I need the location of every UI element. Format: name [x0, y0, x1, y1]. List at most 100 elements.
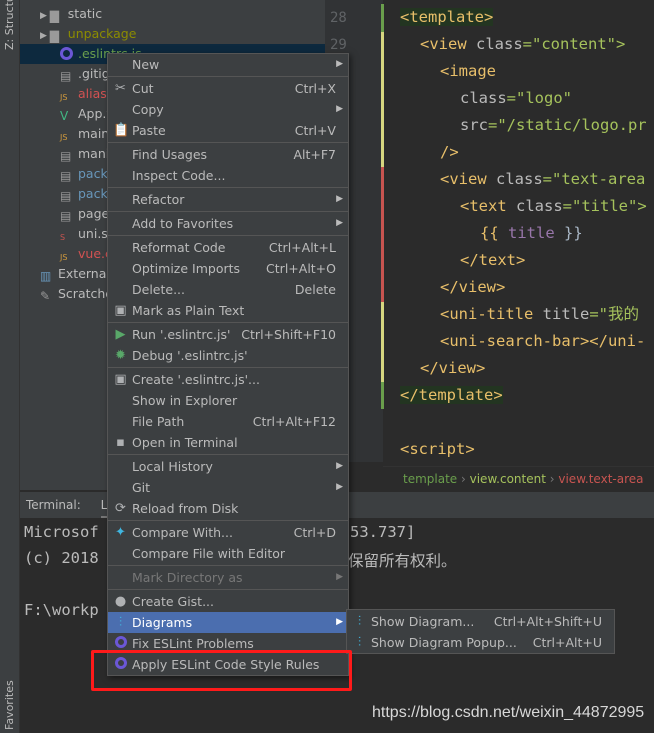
- code-editor[interactable]: <template> <view class="content"> <image cl…: [383, 0, 654, 462]
- code-token: <text: [460, 197, 516, 215]
- menu-item-show-in-explorer[interactable]: Show in Explorer: [108, 390, 348, 411]
- code-line: </text>: [460, 247, 525, 274]
- menu-item-git[interactable]: Git ▶: [108, 477, 348, 498]
- submenu-arrow-icon: ▶: [336, 59, 343, 69]
- code-token: </view>: [440, 278, 506, 296]
- menu-item-label: Run '.eslintrc.js': [132, 327, 231, 342]
- menu-item-mark-as-plain-text[interactable]: ▣ Mark as Plain Text: [108, 300, 348, 321]
- menu-item-paste[interactable]: 📋 Paste Ctrl+V: [108, 120, 348, 141]
- menu-item-label: Create '.eslintrc.js'...: [132, 372, 260, 387]
- tree-item-label: alias.: [78, 86, 111, 101]
- line-number: 28: [330, 10, 347, 26]
- menu-item-find-usages[interactable]: Find Usages Alt+F7: [108, 144, 348, 165]
- code-line: class="logo": [460, 85, 572, 112]
- code-token: }}: [554, 224, 583, 242]
- watermark: https://blog.csdn.net/weixin_44872995: [372, 704, 645, 721]
- menu-item-shortcut: Ctrl+Alt+F12: [252, 414, 336, 429]
- code-token: <view: [440, 170, 496, 188]
- menu-item-compare-with[interactable]: ✦ Compare With... Ctrl+D: [108, 522, 348, 543]
- favorites-tab[interactable]: Favorites: [3, 680, 16, 730]
- menu-item-shortcut: Ctrl+Alt+L: [268, 240, 336, 255]
- code-line: <uni-search-bar></uni-: [440, 328, 645, 355]
- menu-item-label: Git: [132, 480, 151, 495]
- menu-item-create-eslintrc-js[interactable]: ▣ Create '.eslintrc.js'...: [108, 369, 348, 390]
- tree-item[interactable]: ▶ ▇ static: [20, 4, 325, 24]
- menu-item-compare-file-with-editor[interactable]: Compare File with Editor: [108, 543, 348, 564]
- menu-item-open-in-terminal[interactable]: ▪ Open in Terminal: [108, 432, 348, 453]
- json-icon: ▤: [60, 169, 72, 183]
- menu-item-diagrams[interactable]: ⫶ Diagrams ▶: [108, 612, 348, 633]
- terminal-line: (c) 2018: [24, 549, 99, 567]
- diagram-icon: ⫶: [118, 615, 123, 630]
- submenu-arrow-icon: ▶: [336, 104, 343, 114]
- menu-item-shortcut: Alt+F7: [293, 147, 336, 162]
- menu-item-optimize-imports[interactable]: Optimize Imports Ctrl+Alt+O: [108, 258, 348, 279]
- menu-item-label: Paste: [132, 123, 166, 138]
- menu-item-delete[interactable]: Delete... Delete: [108, 279, 348, 300]
- code-token: title: [508, 224, 555, 242]
- menu-separator: [108, 589, 348, 590]
- menu-item-label: Optimize Imports: [132, 261, 241, 276]
- compare-icon: ✦: [115, 525, 126, 540]
- terminal-line: 保留所有权利。: [348, 552, 457, 570]
- code-token: </template>: [400, 386, 503, 404]
- js-icon: JS: [60, 133, 68, 142]
- menu-item-shortcut: Ctrl+Shift+F10: [241, 327, 336, 342]
- menu-item-shortcut: Ctrl+X: [294, 81, 336, 96]
- expand-arrow-icon[interactable]: ▶: [40, 11, 50, 21]
- diagram-icon: ⫶: [357, 635, 362, 650]
- menu-item-new[interactable]: New ▶: [108, 54, 348, 75]
- menu-item-reformat-code[interactable]: Reformat Code Ctrl+Alt+L: [108, 237, 348, 258]
- menu-item-label: Show Diagram Popup...: [371, 635, 517, 650]
- sass-icon: S: [60, 233, 66, 242]
- menu-separator: [108, 367, 348, 368]
- eslint-icon: [60, 46, 74, 60]
- menu-item-label: Mark as Plain Text: [132, 303, 245, 318]
- menu-item-show-diagram-popup[interactable]: ⫶ Show Diagram Popup... Ctrl+Alt+U: [347, 632, 614, 653]
- menu-item-label: Show Diagram...: [371, 614, 475, 629]
- menu-item-local-history[interactable]: Local History ▶: [108, 456, 348, 477]
- menu-item-label: Delete...: [132, 282, 185, 297]
- menu-item-label: New: [132, 57, 160, 72]
- annotation-highlight-box: [91, 650, 352, 691]
- menu-item-add-to-favorites[interactable]: Add to Favorites ▶: [108, 213, 348, 234]
- structure-tab[interactable]: Z: Structure: [3, 0, 16, 50]
- menu-item-shortcut: Ctrl+Alt+O: [266, 261, 336, 276]
- menu-item-create-gist[interactable]: ● Create Gist...: [108, 591, 348, 612]
- menu-item-show-diagram[interactable]: ⫶ Show Diagram... Ctrl+Alt+Shift+U: [347, 611, 614, 632]
- code-token: <uni-search-bar></uni-: [440, 332, 646, 350]
- breadcrumb-item[interactable]: view.text-area: [558, 472, 643, 486]
- create-config-icon: ▣: [114, 372, 127, 387]
- menu-item-run-eslintrc-js[interactable]: ▶ Run '.eslintrc.js' Ctrl+Shift+F10: [108, 324, 348, 345]
- code-token: />: [440, 143, 459, 161]
- menu-item-label: Local History: [132, 459, 213, 474]
- menu-item-copy[interactable]: Copy ▶: [108, 99, 348, 120]
- menu-item-inspect-code[interactable]: Inspect Code...: [108, 165, 348, 186]
- menu-item-label: Open in Terminal: [132, 435, 238, 450]
- scratch-icon: ✎: [40, 289, 51, 303]
- breadcrumb-item[interactable]: view.content: [470, 472, 546, 486]
- code-line: <view class="text-area: [440, 166, 645, 193]
- breadcrumb-item[interactable]: template: [403, 472, 457, 486]
- debug-icon: ✹: [115, 348, 126, 363]
- menu-item-cut[interactable]: ✂ Cut Ctrl+X: [108, 78, 348, 99]
- menu-item-refactor[interactable]: Refactor ▶: [108, 189, 348, 210]
- menu-item-label: Compare File with Editor: [132, 546, 286, 561]
- menu-item-shortcut: Ctrl+Alt+U: [532, 635, 602, 650]
- terminal-line: Microsof: [24, 523, 99, 541]
- menu-item-mark-directory-as[interactable]: Mark Directory as ▶: [108, 567, 348, 588]
- menu-separator: [108, 187, 348, 188]
- terminal-line: F:\workp: [24, 601, 99, 619]
- tree-item[interactable]: ▶ ▇ unpackage: [20, 24, 325, 44]
- menu-item-file-path[interactable]: File Path Ctrl+Alt+F12: [108, 411, 348, 432]
- folder-icon: ▇: [49, 29, 60, 43]
- menu-item-label: Find Usages: [132, 147, 208, 162]
- menu-item-label: Compare With...: [132, 525, 233, 540]
- tree-item-label: Scratche: [58, 286, 113, 301]
- json-icon: ▤: [60, 149, 72, 163]
- tree-item-label: External: [58, 266, 110, 281]
- menu-item-label: Refactor: [132, 192, 185, 207]
- expand-arrow-icon[interactable]: ▶: [40, 31, 50, 41]
- menu-item-debug-eslintrc-js[interactable]: ✹ Debug '.eslintrc.js': [108, 345, 348, 366]
- menu-item-reload-from-disk[interactable]: ⟳ Reload from Disk: [108, 498, 348, 519]
